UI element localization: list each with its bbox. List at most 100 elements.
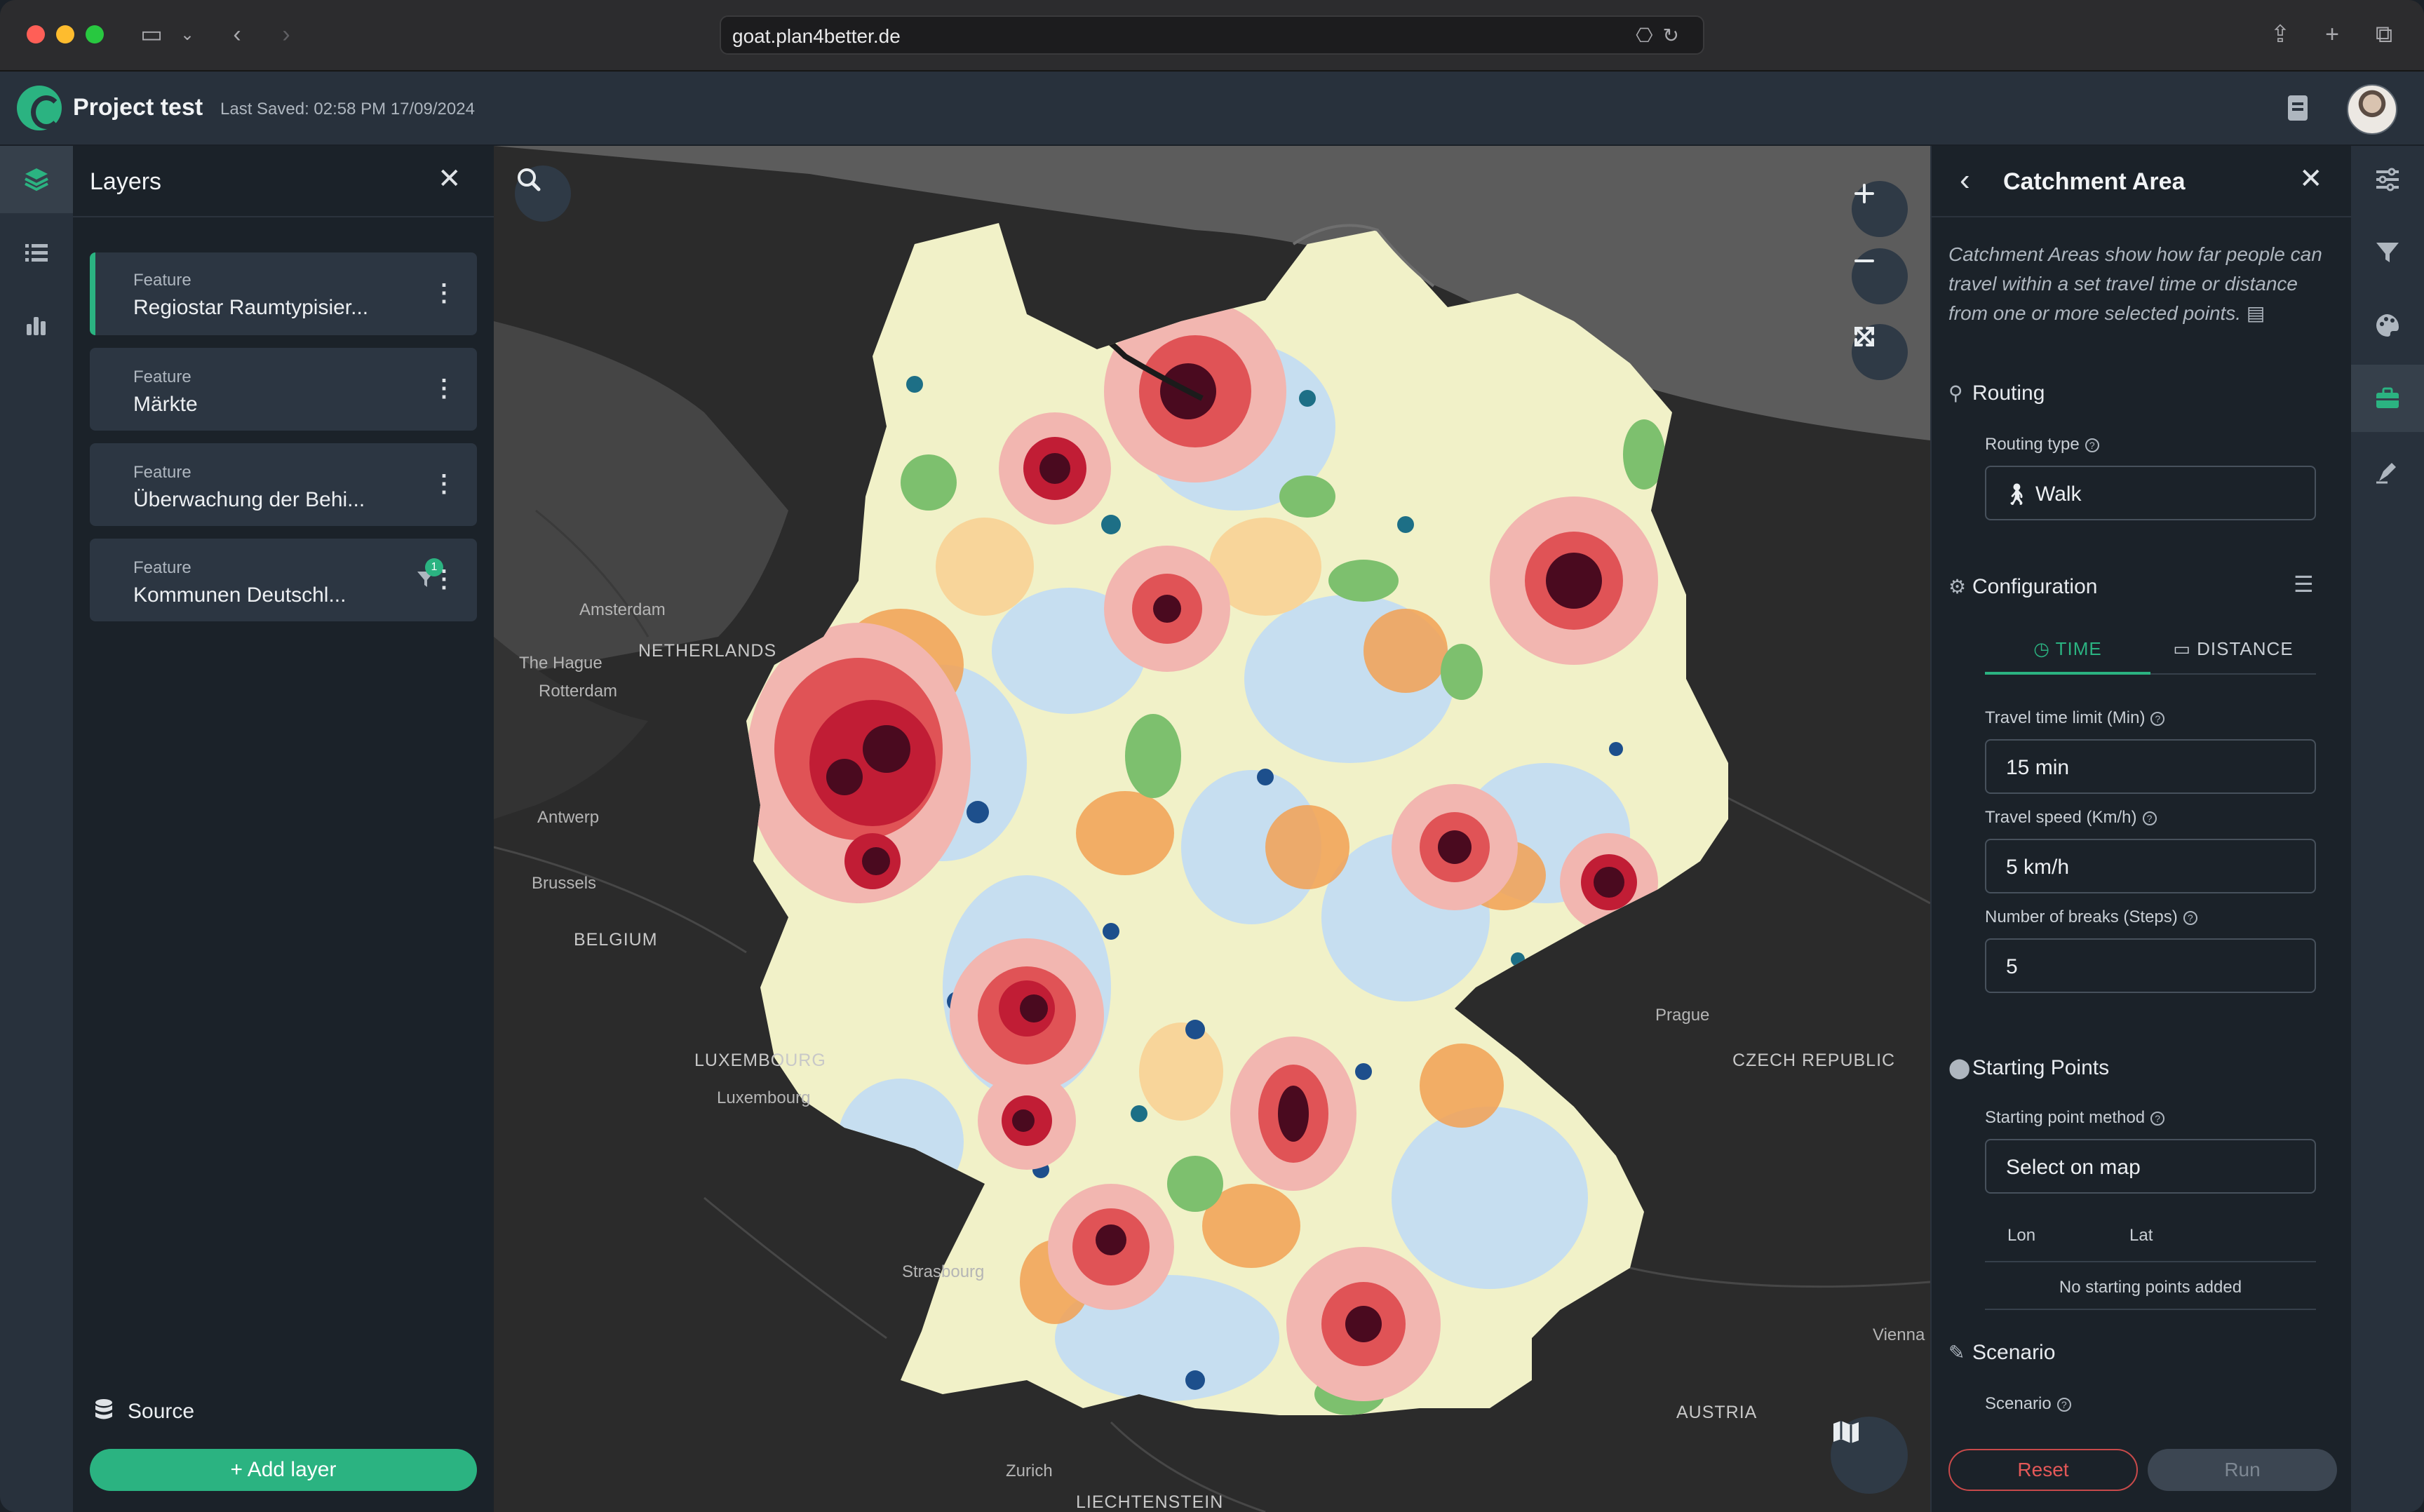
layer-type-label: Feature [133, 558, 191, 577]
layers-panel-header: Layers ✕ [73, 146, 494, 217]
add-layer-button[interactable]: + Add layer [90, 1449, 477, 1491]
map-search-button[interactable] [515, 166, 571, 222]
tab-distance-label: DISTANCE [2197, 638, 2294, 659]
scenario-label: Scenario? [1985, 1394, 2071, 1414]
tab-overview-icon[interactable]: ⧉ [2368, 18, 2400, 50]
charts-icon[interactable] [0, 292, 73, 359]
new-tab-icon[interactable]: + [2316, 18, 2348, 50]
map-label-prague: Prague [1655, 1006, 1710, 1025]
back-chevron-icon[interactable]: ‹ [1960, 163, 1970, 198]
catchment-area-panel: ‹ Catchment Area ✕ Catchment Areas show … [1930, 146, 2352, 1512]
tab-distance[interactable]: ▭ DISTANCE [2150, 623, 2316, 675]
back-icon[interactable]: ‹ [223, 18, 251, 50]
time-limit-select[interactable]: 15 min [1985, 739, 2316, 794]
layer-menu-icon[interactable]: ⋮ [432, 565, 456, 593]
starting-method-select[interactable]: Select on map [1985, 1139, 2316, 1194]
map-canvas[interactable]: Amsterdam The Hague NETHERLANDS Rotterda… [494, 146, 1930, 1512]
reset-button[interactable]: Reset [1948, 1449, 2138, 1491]
time-limit-label: Travel time limit (Min)? [1985, 708, 2165, 728]
tab-time[interactable]: ◷ TIME [1985, 623, 2150, 675]
style-palette-icon[interactable] [2351, 292, 2424, 359]
plus-icon: + [230, 1458, 248, 1481]
close-window-button[interactable] [27, 25, 45, 43]
clock-icon: ◷ [2033, 638, 2056, 659]
layers-nav-icon[interactable] [0, 146, 73, 213]
minimize-window-button[interactable] [56, 25, 74, 43]
zoom-in-button[interactable] [1852, 181, 1908, 237]
tab-time-label: TIME [2055, 638, 2102, 659]
sidebar-toggle-icon[interactable]: ▭ [133, 18, 170, 50]
translate-reload-icons[interactable]: ⎔↻ [1636, 24, 1689, 47]
table-divider [1985, 1261, 2316, 1262]
help-icon[interactable]: ? [2183, 910, 2197, 925]
maximize-window-button[interactable] [86, 25, 104, 43]
project-title: Project test [73, 94, 203, 121]
help-icon[interactable]: ? [2142, 811, 2157, 825]
settings-sliders-icon[interactable]: ☰ [2294, 571, 2314, 598]
toolbox-icon[interactable] [2351, 365, 2424, 432]
gears-icon: ⚙ [1948, 576, 1967, 598]
starting-method-value: Select on map [2006, 1156, 2141, 1179]
layer-settings-icon[interactable] [2351, 146, 2424, 213]
add-layer-label: Add layer [247, 1458, 337, 1481]
configuration-heading: Configuration [1972, 575, 2098, 598]
map-label-amsterdam: Amsterdam [579, 600, 666, 619]
layer-type-label: Feature [133, 271, 191, 290]
map-label-strasbourg: Strasbourg [902, 1262, 985, 1281]
goat-logo-icon[interactable] [17, 86, 62, 130]
source-button[interactable]: Source [90, 1394, 477, 1429]
help-icon[interactable]: ? [2150, 711, 2165, 726]
address-bar[interactable]: goat.plan4better.de ⎔↻ [720, 15, 1704, 55]
documentation-icon[interactable]: ▤ [2247, 302, 2265, 324]
map-label-vienna: Vienna [1873, 1325, 1925, 1344]
routing-icon: ⚲ [1948, 382, 1963, 404]
user-avatar[interactable] [2347, 84, 2397, 135]
layer-name: Kommunen Deutschl... [133, 583, 346, 607]
filter-icon[interactable] [2351, 219, 2424, 286]
layer-item[interactable]: Feature Kommunen Deutschl... 1 ⋮ [90, 539, 477, 621]
routing-heading: Routing [1972, 382, 2045, 405]
scenario-edit-icon[interactable] [2351, 438, 2424, 505]
routing-type-label-text: Routing type [1985, 435, 2080, 454]
close-icon[interactable]: ✕ [2299, 163, 2323, 195]
forward-icon[interactable]: › [272, 18, 300, 50]
map-label-czech-republic: CZECH REPUBLIC [1732, 1051, 1896, 1070]
speed-label: Travel speed (Km/h)? [1985, 808, 2157, 828]
help-icon[interactable]: ? [2085, 438, 2099, 452]
close-icon[interactable]: ✕ [438, 163, 462, 195]
documentation-icon[interactable] [2288, 95, 2308, 121]
app-header: Project test Last Saved: 02:58 PM 17/09/… [0, 72, 2424, 146]
time-limit-value: 15 min [2006, 756, 2070, 779]
fullscreen-button[interactable] [1852, 324, 1908, 380]
legend-list-icon[interactable] [0, 219, 73, 286]
layer-type-label: Feature [133, 463, 191, 482]
layer-item[interactable]: Feature Märkte ⋮ [90, 348, 477, 431]
share-icon[interactable]: ⇪ [2264, 18, 2296, 50]
map-svg [494, 146, 1930, 1512]
layer-menu-icon[interactable]: ⋮ [432, 279, 456, 307]
layer-item[interactable]: Feature Überwachung der Behi... ⋮ [90, 443, 477, 526]
chevron-down-icon[interactable]: ⌄ [177, 18, 198, 50]
speed-select[interactable]: 5 km/h [1985, 839, 2316, 893]
breaks-select[interactable]: 5 [1985, 938, 2316, 993]
zoom-out-button[interactable] [1852, 248, 1908, 304]
help-icon[interactable]: ? [2056, 1397, 2071, 1412]
table-divider [1985, 1309, 2316, 1310]
routing-type-label: Routing type? [1985, 435, 2099, 454]
layer-item[interactable]: Feature Regiostar Raumtypisier... ⋮ [90, 252, 477, 335]
layer-menu-icon[interactable]: ⋮ [432, 374, 456, 403]
map-label-netherlands: NETHERLANDS [638, 641, 777, 661]
help-icon[interactable]: ? [2150, 1111, 2165, 1126]
run-button[interactable]: Run [2148, 1449, 2337, 1491]
basemap-toggle-button[interactable] [1831, 1417, 1908, 1494]
map-label-antwerp: Antwerp [537, 808, 600, 827]
tool-panel-header: ‹ Catchment Area ✕ [1932, 146, 2351, 217]
starting-method-label-text: Starting point method [1985, 1108, 2146, 1127]
map-label-austria: AUSTRIA [1676, 1403, 1758, 1422]
layer-name: Regiostar Raumtypisier... [133, 296, 369, 319]
layer-menu-icon[interactable]: ⋮ [432, 470, 456, 498]
routing-type-select[interactable]: 🚶︎ Walk [1985, 466, 2316, 520]
scenario-label-text: Scenario [1985, 1394, 2052, 1413]
empty-message: No starting points added [2059, 1278, 2242, 1297]
map-label-zurich: Zurich [1006, 1462, 1053, 1480]
